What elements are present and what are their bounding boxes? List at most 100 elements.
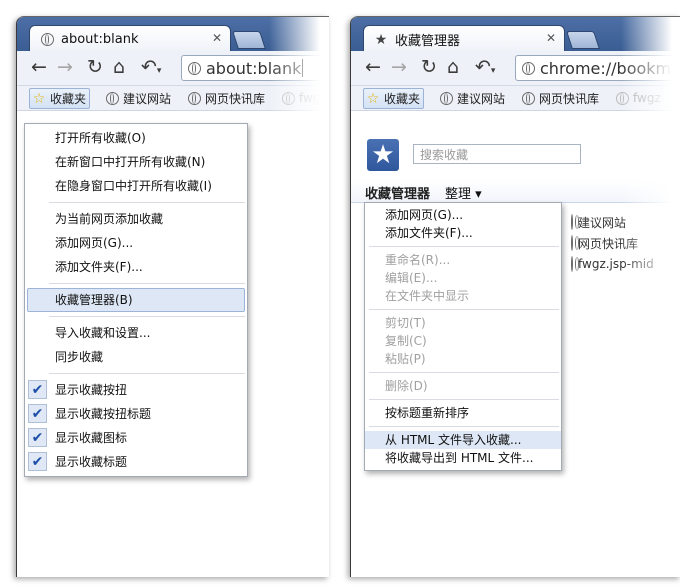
menu-item-label: 显示收藏标题 <box>55 455 128 469</box>
menu-item-delete[interactable]: 删除(D) <box>365 377 561 395</box>
window-bottom-fade <box>17 547 329 577</box>
close-tab-icon[interactable]: ✕ <box>546 31 556 45</box>
menu-item-edit[interactable]: 编辑(E)... <box>365 269 561 287</box>
home-icon[interactable]: ⌂ <box>447 57 459 77</box>
bookmark-folder-favorites[interactable]: ☆ 收藏夹 <box>29 88 91 109</box>
organize-menu-button[interactable]: 整理 ▾ <box>445 183 482 202</box>
address-bar[interactable]: about:blank <box>181 55 329 81</box>
menu-separator <box>49 202 245 203</box>
reload-icon[interactable]: ↻ <box>87 57 103 77</box>
bookmark-web-slice-gallery[interactable]: 网页快讯库 <box>187 89 265 107</box>
home-icon[interactable]: ⌂ <box>113 57 125 77</box>
search-input[interactable]: 搜索收藏 <box>413 144 581 164</box>
menu-item-open-all-incognito[interactable]: 在隐身窗口中打开所有收藏(I) <box>25 174 247 198</box>
star-folder-icon: ☆ <box>32 90 46 107</box>
star-icon: ★ <box>374 31 388 48</box>
menu-item-add-page[interactable]: 添加网页(G)... <box>25 231 247 255</box>
organize-menu: 添加网页(G)... 添加文件夹(F)... 重命名(R)... 编辑(E)..… <box>364 202 562 471</box>
tab-about-blank[interactable]: about:blank ✕ <box>29 25 231 53</box>
undo-icon[interactable]: ↶▾ <box>141 57 161 81</box>
close-tab-icon[interactable]: ✕ <box>212 31 222 45</box>
menu-item-add-folder[interactable]: 添加文件夹(F)... <box>365 224 561 242</box>
menu-item-reorder-by-title[interactable]: 按标题重新排序 <box>365 404 561 422</box>
menu-item-import-html[interactable]: 从 HTML 文件导入收藏... <box>365 431 561 449</box>
checkmark-icon: ✔ <box>28 380 47 399</box>
back-icon[interactable]: ← <box>31 57 47 77</box>
menu-item-sync-bookmarks[interactable]: 同步收藏 <box>25 345 247 369</box>
menu-item-cut[interactable]: 剪切(T) <box>365 314 561 332</box>
toolbar: ← → ↻ ⌂ ↶▾ about:blank <box>17 51 329 86</box>
tab-strip: about:blank ✕ <box>17 17 329 53</box>
globe-icon <box>571 214 573 230</box>
bookmark-fwgz[interactable]: fwgz <box>615 89 661 107</box>
bookmark-suggested-sites[interactable]: 建议网站 <box>105 89 171 107</box>
bookmark-folder-favorites[interactable]: ☆ 收藏夹 <box>363 88 425 109</box>
bookmark-label: 收藏夹 <box>384 92 421 106</box>
manager-title: 收藏管理器 <box>365 187 431 202</box>
globe-icon <box>39 32 55 48</box>
globe-icon <box>571 235 573 251</box>
address-bar[interactable]: chrome://bookma <box>515 55 680 81</box>
bookmark-label: fwgz <box>633 91 661 105</box>
address-text: chrome://bookma <box>540 58 680 78</box>
forward-icon[interactable]: → <box>57 57 73 77</box>
globe-icon <box>281 91 295 105</box>
menu-separator <box>49 316 245 317</box>
menu-item-open-all-new-window[interactable]: 在新窗口中打开所有收藏(N) <box>25 150 247 174</box>
reload-icon[interactable]: ↻ <box>421 57 437 77</box>
menu-separator <box>369 426 559 427</box>
menu-item-paste[interactable]: 粘贴(P) <box>365 350 561 368</box>
checkmark-icon: ✔ <box>28 452 47 471</box>
address-text: about:blank <box>206 58 302 78</box>
menu-separator <box>369 246 559 247</box>
menu-item-add-folder[interactable]: 添加文件夹(F)... <box>25 255 247 279</box>
bookmarks-bar: ☆ 收藏夹 建议网站 网页快讯库 fwgz <box>17 86 329 111</box>
menu-item-rename[interactable]: 重命名(R)... <box>365 251 561 269</box>
list-item-label: 建议网站 <box>578 215 627 230</box>
back-icon[interactable]: ← <box>365 57 381 77</box>
list-item-label: fwgz.jsp-mid <box>578 257 654 271</box>
undo-icon[interactable]: ↶▾ <box>475 57 495 81</box>
new-tab-button[interactable] <box>566 31 600 49</box>
tab-bookmark-manager[interactable]: ★ 收藏管理器 ✕ <box>363 25 565 53</box>
menu-separator <box>369 309 559 310</box>
menu-item-open-all[interactable]: 打开所有收藏(O) <box>25 126 247 150</box>
manager-header: 收藏管理器 整理 ▾ <box>351 180 680 203</box>
globe-icon <box>571 256 573 272</box>
list-item[interactable]: fwgz.jsp-mid <box>571 255 654 273</box>
menu-item-show-bookmark-titles[interactable]: ✔ 显示收藏标题 <box>25 450 247 474</box>
menu-item-export-html[interactable]: 将收藏导出到 HTML 文件... <box>365 449 561 467</box>
menu-item-label: 显示收藏图标 <box>55 431 128 445</box>
menu-item-show-bookmark-icons[interactable]: ✔ 显示收藏图标 <box>25 426 247 450</box>
menu-item-copy[interactable]: 复制(C) <box>365 332 561 350</box>
bookmark-web-slice-gallery[interactable]: 网页快讯库 <box>521 89 599 107</box>
menu-item-import-bookmarks[interactable]: 导入收藏和设置... <box>25 321 247 345</box>
menu-item-show-in-folder[interactable]: 在文件夹中显示 <box>365 287 561 305</box>
page-icon <box>520 60 536 76</box>
globe-icon <box>615 91 629 105</box>
bookmarks-bar: ☆ 收藏夹 建议网站 网页快讯库 fwgz <box>351 86 680 111</box>
globe-icon <box>105 91 119 105</box>
bookmark-label: 建议网站 <box>123 91 172 106</box>
list-item[interactable]: 建议网站 <box>571 213 626 231</box>
list-item[interactable]: 网页快讯库 <box>571 234 638 252</box>
tab-title: about:blank <box>61 32 139 47</box>
bookmark-suggested-sites[interactable]: 建议网站 <box>439 89 505 107</box>
menu-item-bookmark-manager[interactable]: 收藏管理器(B) <box>27 288 245 312</box>
checkmark-icon: ✔ <box>28 404 47 423</box>
menu-separator <box>49 373 245 374</box>
bookmark-manager-logo-icon: ★ <box>367 139 399 171</box>
checkmark-icon: ✔ <box>28 428 47 447</box>
bookmarks-folder-menu: 打开所有收藏(O) 在新窗口中打开所有收藏(N) 在隐身窗口中打开所有收藏(I)… <box>24 123 248 477</box>
menu-item-show-bookmark-button-titles[interactable]: ✔ 显示收藏按扭标题 <box>25 402 247 426</box>
menu-separator <box>369 399 559 400</box>
window-bottom-fade <box>351 547 680 577</box>
forward-icon[interactable]: → <box>391 57 407 77</box>
menu-item-add-page[interactable]: 添加网页(G)... <box>365 206 561 224</box>
new-tab-button[interactable] <box>232 31 266 49</box>
bookmark-fwgz[interactable]: fwgz <box>281 89 327 107</box>
text-caret <box>302 59 304 77</box>
menu-item-bookmark-this-page[interactable]: 为当前网页添加收藏 <box>25 207 247 231</box>
menu-item-show-bookmark-buttons[interactable]: ✔ 显示收藏按扭 <box>25 378 247 402</box>
bookmark-label: 网页快讯库 <box>539 91 600 106</box>
